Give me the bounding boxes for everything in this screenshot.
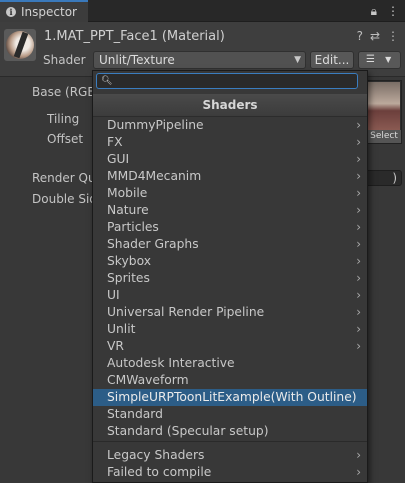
menu-item-shader[interactable]: Autodesk Interactive <box>93 355 367 372</box>
shader-search-input[interactable]: 🔍︎ <box>96 73 358 89</box>
info-icon: i <box>6 7 16 17</box>
menu-item-label: Standard <box>107 407 163 421</box>
menu-item-shader-highlighted[interactable]: SimpleURPToonLitExample(With Outline) <box>93 389 367 406</box>
shader-options-button[interactable]: ☰ ▼ <box>358 51 401 69</box>
chevron-right-icon: › <box>356 339 361 353</box>
chevron-right-icon: › <box>356 254 361 268</box>
menu-item-label: SimpleURPToonLitExample(With Outline) <box>107 390 357 404</box>
sliders-icon[interactable]: ⇄ <box>370 29 380 43</box>
menu-item-folder[interactable]: Mobile › <box>93 185 367 202</box>
menu-item-folder[interactable]: Failed to compile › <box>93 464 367 481</box>
popup-heading: Shaders <box>93 94 367 117</box>
menu-item-folder[interactable]: Shader Graphs › <box>93 236 367 253</box>
lock-icon[interactable]: 🔒︎ <box>371 4 377 19</box>
menu-item-label: DummyPipeline <box>107 118 204 132</box>
menu-item-folder[interactable]: Sprites › <box>93 270 367 287</box>
menu-item-label: Particles <box>107 220 159 234</box>
menu-item-label: Failed to compile <box>107 465 212 479</box>
tab-inspector[interactable]: i Inspector <box>0 0 88 22</box>
menu-icon[interactable]: ⋮ <box>387 4 399 19</box>
help-icon[interactable]: ? <box>357 29 363 43</box>
chevron-right-icon: › <box>356 448 361 462</box>
shader-label: Shader <box>43 53 86 67</box>
base-texture-slot[interactable]: Select <box>366 80 402 144</box>
menu-divider <box>93 441 367 442</box>
menu-item-label: Legacy Shaders <box>107 448 205 462</box>
tab-tools: 🔒︎ ⋮ <box>371 4 399 19</box>
menu-item-folder[interactable]: FX › <box>93 134 367 151</box>
shader-dropdown[interactable]: Unlit/Texture ▼ <box>93 51 306 69</box>
menu-item-shader[interactable]: Standard (Specular setup) <box>93 423 367 440</box>
chevron-down-icon: ▼ <box>385 55 392 64</box>
menu-item-folder[interactable]: Universal Render Pipeline › <box>93 304 367 321</box>
menu-item-label: Sprites <box>107 271 150 285</box>
chevron-right-icon: › <box>356 305 361 319</box>
menu-item-label: Mobile <box>107 186 148 200</box>
menu-item-label: UI <box>107 288 120 302</box>
menu-item-folder[interactable]: UI › <box>93 287 367 304</box>
menu-item-folder[interactable]: Particles › <box>93 219 367 236</box>
menu-item-folder[interactable]: Legacy Shaders › <box>93 447 367 464</box>
render-queue-field[interactable]: ) <box>362 170 402 186</box>
header-icons: ? ⇄ ⋮ <box>357 29 399 43</box>
texture-select-button[interactable]: Select <box>367 130 401 143</box>
shader-value: Unlit/Texture <box>99 53 175 67</box>
material-preview-thumbnail <box>4 29 36 61</box>
tab-label: Inspector <box>21 5 77 19</box>
menu-item-label: Unlit <box>107 322 136 336</box>
menu-item-label: Shader Graphs <box>107 237 199 251</box>
render-queue-value: ) <box>392 171 397 185</box>
menu-item-label: VR <box>107 339 124 353</box>
chevron-right-icon: › <box>356 169 361 183</box>
menu-item-shader[interactable]: CMWaveform <box>93 372 367 389</box>
chevron-right-icon: › <box>356 152 361 166</box>
chevron-down-icon: ▼ <box>294 55 301 65</box>
menu-item-label: CMWaveform <box>107 373 189 387</box>
menu-item-folder[interactable]: Skybox › <box>93 253 367 270</box>
menu-item-label: Nature <box>107 203 149 217</box>
menu-item-folder[interactable]: Nature › <box>93 202 367 219</box>
search-icon: 🔍︎ <box>101 76 113 86</box>
menu-item-label: GUI <box>107 152 130 166</box>
material-title: 1.MAT_PPT_Face1 (Material) <box>44 29 225 44</box>
menu-item-folder[interactable]: MMD4Mecanim › <box>93 168 367 185</box>
chevron-right-icon: › <box>356 186 361 200</box>
offset-label: Offset <box>47 132 84 146</box>
chevron-right-icon: › <box>356 288 361 302</box>
chevron-right-icon: › <box>356 220 361 234</box>
more-icon[interactable]: ⋮ <box>387 29 399 43</box>
chevron-right-icon: › <box>356 118 361 132</box>
edit-shader-button[interactable]: Edit... <box>310 51 354 69</box>
menu-item-label: MMD4Mecanim <box>107 169 202 183</box>
chevron-right-icon: › <box>356 203 361 217</box>
base-property-label: Base (RGB) <box>32 85 101 99</box>
menu-item-shader[interactable]: Standard <box>93 406 367 423</box>
tiling-label: Tiling <box>47 112 80 126</box>
chevron-right-icon: › <box>356 465 361 479</box>
menu-item-label: Autodesk Interactive <box>107 356 235 370</box>
chevron-right-icon: › <box>356 135 361 149</box>
menu-item-folder[interactable]: DummyPipeline › <box>93 117 367 134</box>
menu-item-label: FX <box>107 135 123 149</box>
texture-thumbnail <box>368 82 400 130</box>
list-icon: ☰ <box>366 54 375 65</box>
menu-item-label: Universal Render Pipeline <box>107 305 265 319</box>
menu-item-label: Standard (Specular setup) <box>107 424 269 438</box>
menu-item-folder[interactable]: VR › <box>93 338 367 355</box>
chevron-right-icon: › <box>356 237 361 251</box>
chevron-right-icon: › <box>356 322 361 336</box>
menu-item-folder[interactable]: Unlit › <box>93 321 367 338</box>
menu-item-label: Skybox <box>107 254 151 268</box>
menu-item-folder[interactable]: GUI › <box>93 151 367 168</box>
chevron-right-icon: › <box>356 271 361 285</box>
